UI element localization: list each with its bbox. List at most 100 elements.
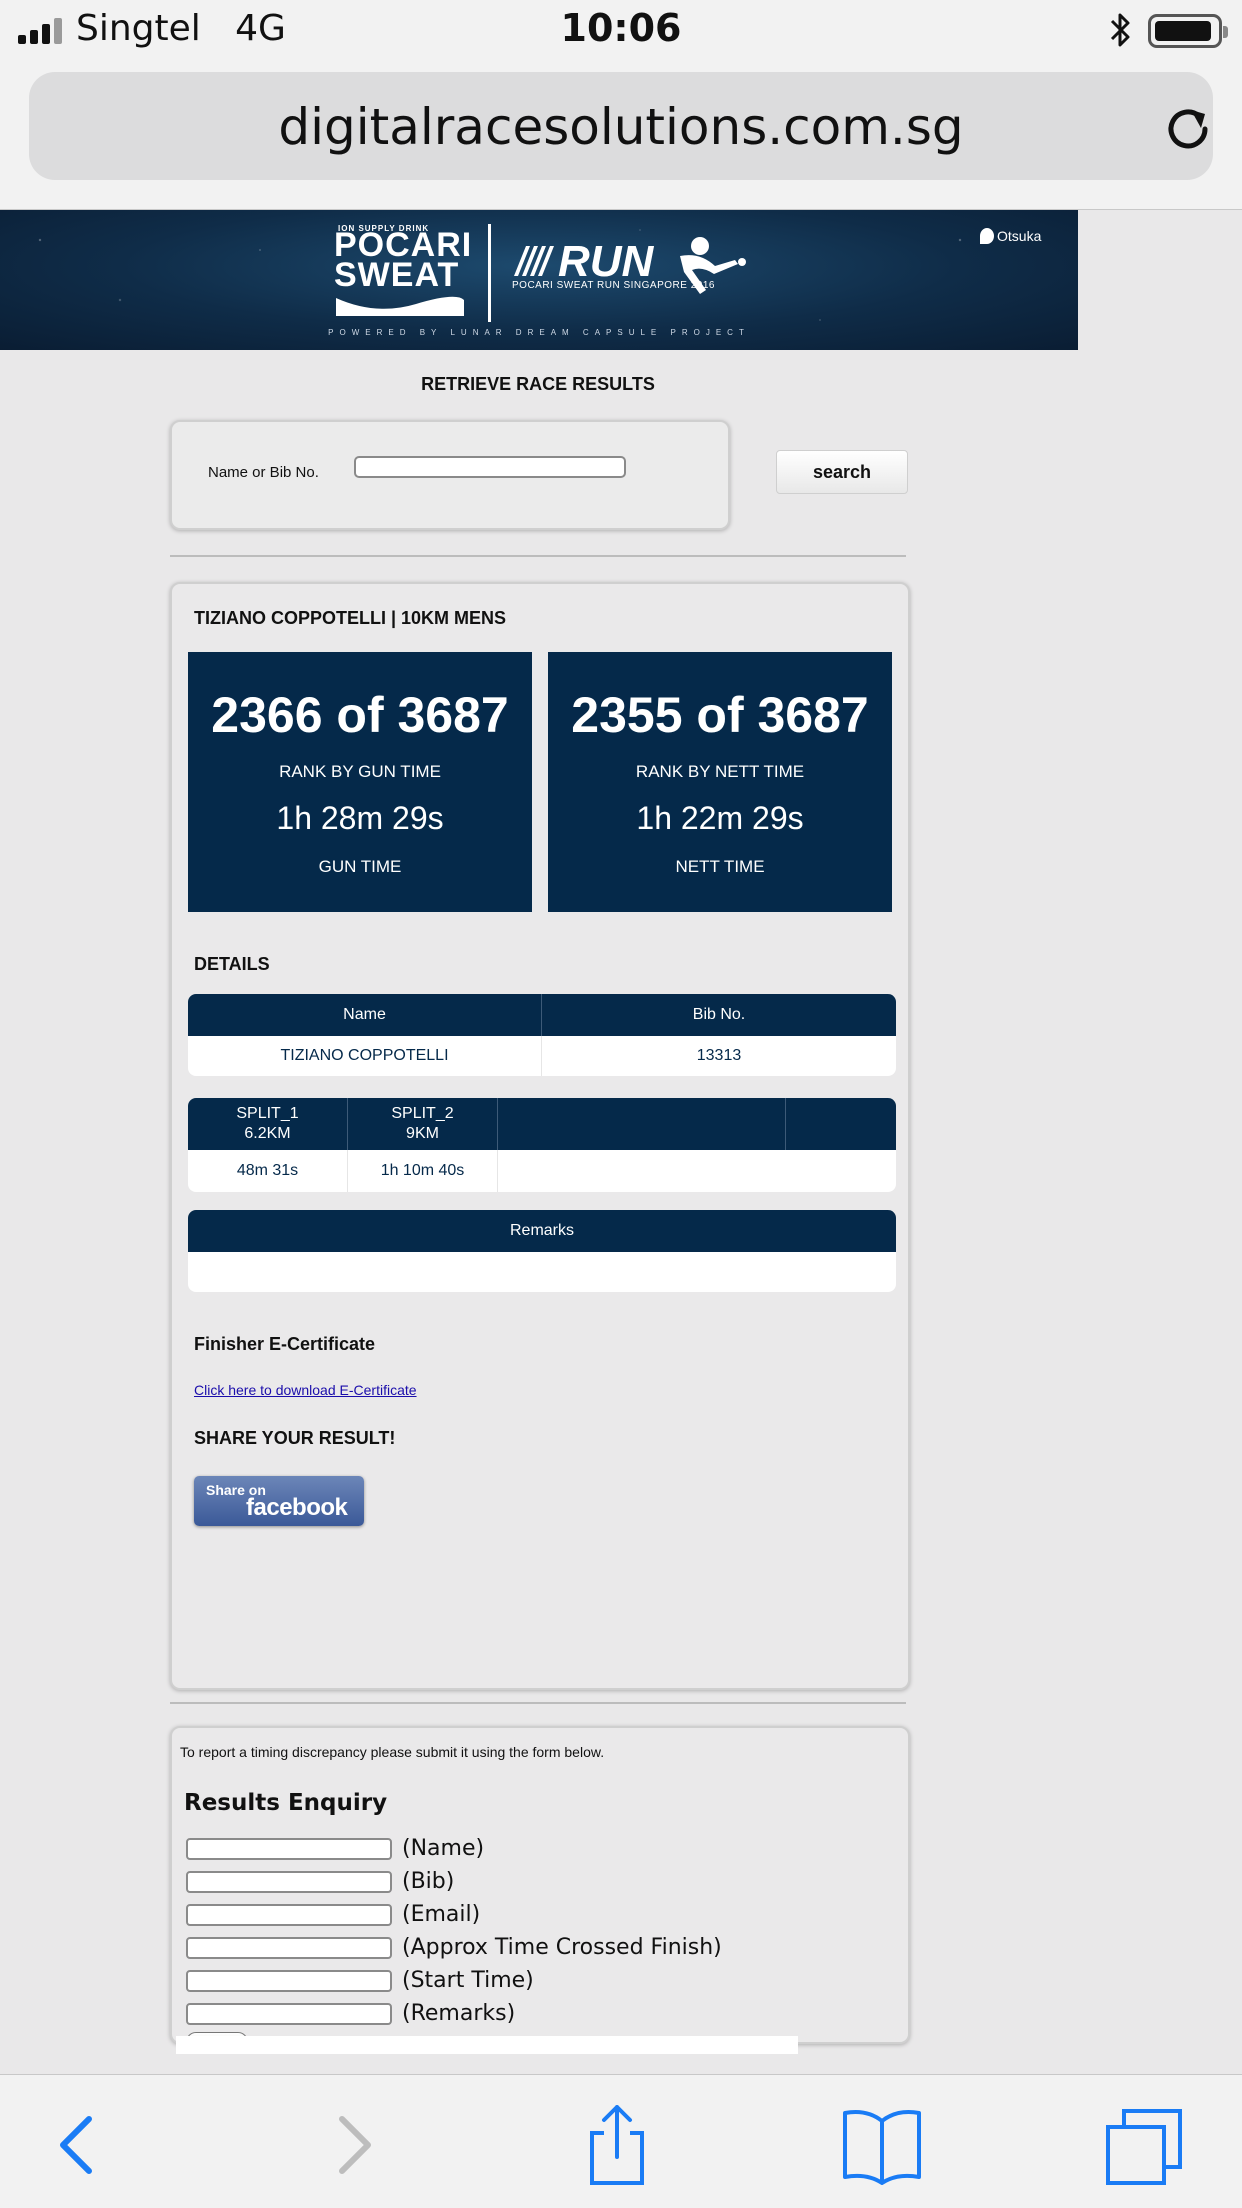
table-row [188,1252,896,1292]
bib-number-cell: 13313 [696,1047,742,1064]
split-2-header: SPLIT_2 9KM [348,1098,498,1150]
reload-icon[interactable] [1161,102,1215,156]
browser-top-bar: digitalracesolutions.com.sg [0,62,1242,210]
split-1-name: SPLIT_1 [236,1105,299,1122]
table-header: Name Bib No. [188,994,896,1036]
address-bar[interactable]: digitalracesolutions.com.sg [29,72,1213,180]
share-facebook-button[interactable]: Share on facebook [194,1476,364,1526]
details-table: Name Bib No. TIZIANO COPPOTELLI 13313 [188,994,896,1076]
svg-text:RUN: RUN [558,237,655,286]
enquiry-bib-row: (Bib) [186,1869,454,1894]
splits-table: SPLIT_1 6.2KM SPLIT_2 9KM 48m 31s 1h 10m… [188,1098,896,1192]
nett-rank: 2355 of 3687 [571,687,869,743]
split-1-distance: 6.2KM [244,1125,291,1142]
page-footer-strip [176,2036,798,2054]
status-time: 10:06 [560,6,682,50]
runner-header: TIZIANO COPPOTELLI | 10KM MENS [194,608,507,628]
search-button[interactable]: search [776,450,908,494]
gun-time-label: GUN TIME [318,857,402,876]
pocari-sweat-logo: POCARI SWEAT [334,228,472,294]
download-certificate-link[interactable]: Click here to download E-Certificate [194,1382,417,1398]
search-panel: Name or Bib No. [170,420,730,530]
enquiry-card: To report a timing discrepancy please su… [170,1726,910,2052]
status-bar: Singtel 4G 10:06 [0,0,1242,62]
pocari-logo-line2: SWEAT [334,256,460,294]
enquiry-email-label: (Email) [402,1902,481,1927]
tabs-icon[interactable] [1100,2105,1190,2185]
nett-time-label: NETT TIME [675,857,765,876]
share-icon[interactable] [572,2105,662,2185]
empty-header-cell [498,1098,786,1150]
nett-time: 1h 22m 29s [636,800,804,836]
banner-divider [488,224,491,322]
enquiry-start-time-input[interactable] [186,1969,392,1992]
nett-rank-label: RANK BY NETT TIME [635,762,805,781]
table-header: Remarks [188,1210,896,1252]
split-1-value: 48m 31s [188,1150,348,1192]
bookmarks-icon[interactable] [837,2105,927,2185]
otsuka-text: Otsuka [997,228,1042,244]
enquiry-finish-time-row: (Approx Time Crossed Finish) [186,1935,722,1960]
enquiry-bib-label: (Bib) [402,1869,455,1894]
empty-cell [498,1150,786,1192]
enquiry-name-input[interactable] [186,1837,392,1860]
details-title: DETAILS [194,954,270,974]
run-logo: RUN [514,237,746,294]
enquiry-start-time-row: (Start Time) [186,1968,534,1993]
enquiry-bib-input[interactable] [186,1870,392,1893]
pocari-wave-icon [336,296,464,316]
empty-header-cell [786,1098,896,1150]
empty-cell [786,1150,896,1192]
enquiry-name-row: (Name) [186,1836,484,1861]
split-2-distance: 9KM [406,1125,439,1142]
retrieve-results-title: RETRIEVE RACE RESULTS [421,374,655,394]
runner-name-cell: TIZIANO COPPOTELLI [188,1036,542,1076]
facebook-logo-text: facebook [246,1494,348,1521]
run-subtitle: POCARI SWEAT RUN SINGAPORE 2016 [512,280,715,291]
remarks-table: Remarks [188,1210,896,1292]
race-banner: ION SUPPLY DRINK POCARI SWEAT RUN POCARI… [0,210,1078,350]
table-row: TIZIANO COPPOTELLI 13313 [188,1036,896,1076]
back-icon[interactable] [33,2105,123,2185]
enquiry-name-label: (Name) [402,1836,485,1861]
certificate-title: Finisher E-Certificate [194,1334,376,1354]
otsuka-mark-icon [980,228,994,244]
browser-toolbar [0,2074,1242,2208]
gun-time-box: 2366 of 3687 RANK BY GUN TIME 1h 28m 29s… [188,652,532,912]
enquiry-finish-time-label: (Approx Time Crossed Finish) [402,1935,722,1960]
gun-rank: 2366 of 3687 [211,687,509,743]
url-text[interactable]: digitalracesolutions.com.sg [29,98,1213,156]
header-cell: Bib No. [692,1006,746,1023]
search-input[interactable] [354,456,626,478]
header-cell: Name [188,994,542,1036]
powered-by-text: POWERED BY LUNAR DREAM CAPSULE PROJECT [328,328,750,337]
section-divider [170,1702,906,1704]
enquiry-remarks-input[interactable] [186,2002,392,2025]
gun-time: 1h 28m 29s [276,800,444,836]
share-title: SHARE YOUR RESULT! [194,1428,396,1448]
result-card: TIZIANO COPPOTELLI | 10KM MENS 2366 of 3… [170,582,910,1690]
search-label: Name or Bib No. [208,464,319,481]
enquiry-email-row: (Email) [186,1902,480,1927]
battery-icon [1148,14,1228,48]
section-divider [170,555,906,557]
enquiry-remarks-label: (Remarks) [402,2001,516,2026]
split-2-value: 1h 10m 40s [348,1150,498,1192]
enquiry-finish-time-input[interactable] [186,1936,392,1959]
enquiry-email-input[interactable] [186,1903,392,1926]
table-row: 48m 31s 1h 10m 40s [188,1150,896,1192]
enquiry-title: Results Enquiry [184,1790,388,1816]
table-header: SPLIT_1 6.2KM SPLIT_2 9KM [188,1098,896,1150]
gun-rank-label: RANK BY GUN TIME [279,762,441,781]
bluetooth-icon [1110,13,1130,47]
otsuka-logo: Otsuka [980,228,1041,244]
remarks-value [188,1252,896,1292]
forward-icon[interactable] [308,2105,398,2185]
remarks-header: Remarks [509,1222,574,1239]
enquiry-start-time-label: (Start Time) [402,1968,534,1993]
nett-time-box: 2355 of 3687 RANK BY NETT TIME 1h 22m 29… [548,652,892,912]
split-1-header: SPLIT_1 6.2KM [188,1098,348,1150]
split-2-name: SPLIT_2 [391,1105,454,1122]
enquiry-note: To report a timing discrepancy please su… [180,1744,605,1760]
enquiry-remarks-row: (Remarks) [186,2001,515,2026]
